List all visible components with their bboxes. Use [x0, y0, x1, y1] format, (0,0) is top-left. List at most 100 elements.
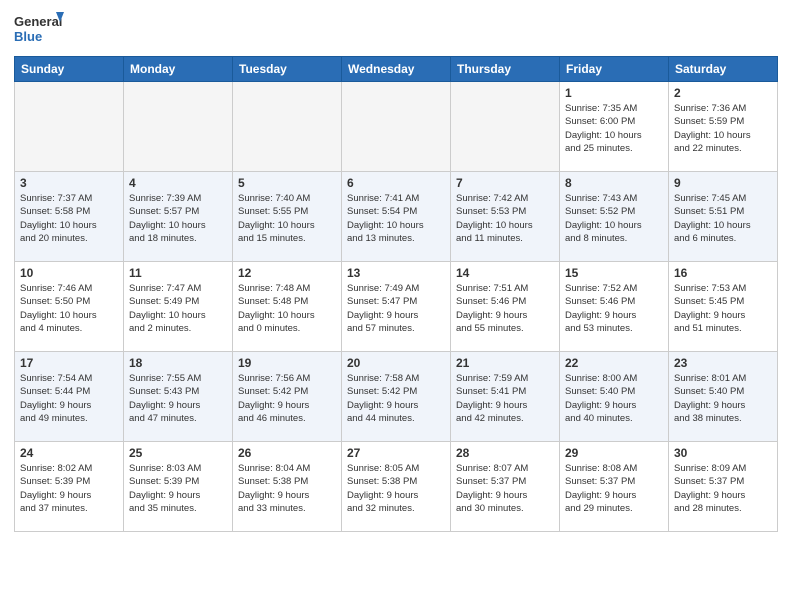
calendar-cell: 25 Sunrise: 8:03 AM Sunset: 5:39 PM Dayli…: [124, 442, 233, 532]
week-row-5: 24 Sunrise: 8:02 AM Sunset: 5:39 PM Dayli…: [15, 442, 778, 532]
calendar-cell: 16Sunrise: 7:53 AM Sunset: 5:45 PM Dayli…: [669, 262, 778, 352]
weekday-wednesday: Wednesday: [342, 57, 451, 82]
day-info: Sunrise: 7:55 AM Sunset: 5:43 PM Dayligh…: [129, 372, 227, 425]
day-info: Sunrise: 7:51 AM Sunset: 5:46 PM Dayligh…: [456, 282, 554, 335]
day-number: 19: [238, 356, 336, 370]
day-number: 27: [347, 446, 445, 460]
day-number: 5: [238, 176, 336, 190]
calendar-cell: 24 Sunrise: 8:02 AM Sunset: 5:39 PM Dayli…: [15, 442, 124, 532]
week-row-3: 10 Sunrise: 7:46 AM Sunset: 5:50 PM Dayli…: [15, 262, 778, 352]
day-info: Sunrise: 7:56 AM Sunset: 5:42 PM Dayligh…: [238, 372, 336, 425]
weekday-friday: Friday: [560, 57, 669, 82]
calendar-cell: [124, 82, 233, 172]
day-number: 18: [129, 356, 227, 370]
day-info: Sunrise: 7:52 AM Sunset: 5:46 PM Dayligh…: [565, 282, 663, 335]
weekday-tuesday: Tuesday: [233, 57, 342, 82]
day-number: 30: [674, 446, 772, 460]
day-number: 8: [565, 176, 663, 190]
calendar-cell: 2 Sunrise: 7:36 AM Sunset: 5:59 PM Daylig…: [669, 82, 778, 172]
calendar: SundayMondayTuesdayWednesdayThursdayFrid…: [14, 56, 778, 532]
day-number: 14: [456, 266, 554, 280]
day-info: Sunrise: 7:39 AM Sunset: 5:57 PM Dayligh…: [129, 192, 227, 245]
day-number: 13: [347, 266, 445, 280]
calendar-cell: 14 Sunrise: 7:51 AM Sunset: 5:46 PM Dayli…: [451, 262, 560, 352]
day-number: 9: [674, 176, 772, 190]
day-number: 25: [129, 446, 227, 460]
calendar-cell: [451, 82, 560, 172]
day-info: Sunrise: 8:02 AM Sunset: 5:39 PM Dayligh…: [20, 462, 118, 515]
day-info: Sunrise: 7:54 AM Sunset: 5:44 PM Dayligh…: [20, 372, 118, 425]
day-info: Sunrise: 7:48 AM Sunset: 5:48 PM Dayligh…: [238, 282, 336, 335]
day-info: Sunrise: 8:03 AM Sunset: 5:39 PM Dayligh…: [129, 462, 227, 515]
day-number: 1: [565, 86, 663, 100]
day-number: 2: [674, 86, 772, 100]
day-info: Sunrise: 7:41 AM Sunset: 5:54 PM Dayligh…: [347, 192, 445, 245]
calendar-cell: 9 Sunrise: 7:45 AM Sunset: 5:51 PM Daylig…: [669, 172, 778, 262]
weekday-saturday: Saturday: [669, 57, 778, 82]
calendar-cell: 30 Sunrise: 8:09 AM Sunset: 5:37 PM Dayli…: [669, 442, 778, 532]
day-number: 28: [456, 446, 554, 460]
day-info: Sunrise: 7:45 AM Sunset: 5:51 PM Dayligh…: [674, 192, 772, 245]
calendar-cell: [233, 82, 342, 172]
calendar-cell: 8 Sunrise: 7:43 AM Sunset: 5:52 PM Daylig…: [560, 172, 669, 262]
day-info: Sunrise: 7:37 AM Sunset: 5:58 PM Dayligh…: [20, 192, 118, 245]
calendar-cell: 22 Sunrise: 8:00 AM Sunset: 5:40 PM Dayli…: [560, 352, 669, 442]
weekday-monday: Monday: [124, 57, 233, 82]
calendar-cell: 12 Sunrise: 7:48 AM Sunset: 5:48 PM Dayli…: [233, 262, 342, 352]
calendar-cell: 20 Sunrise: 7:58 AM Sunset: 5:42 PM Dayli…: [342, 352, 451, 442]
calendar-cell: 15 Sunrise: 7:52 AM Sunset: 5:46 PM Dayli…: [560, 262, 669, 352]
day-number: 23: [674, 356, 772, 370]
day-number: 26: [238, 446, 336, 460]
day-number: 21: [456, 356, 554, 370]
day-number: 10: [20, 266, 118, 280]
day-number: 24: [20, 446, 118, 460]
calendar-cell: [342, 82, 451, 172]
day-number: 17: [20, 356, 118, 370]
day-info: Sunrise: 7:36 AM Sunset: 5:59 PM Dayligh…: [674, 102, 772, 155]
week-row-2: 3 Sunrise: 7:37 AM Sunset: 5:58 PM Daylig…: [15, 172, 778, 262]
day-info: Sunrise: 7:46 AM Sunset: 5:50 PM Dayligh…: [20, 282, 118, 335]
day-info: Sunrise: 8:09 AM Sunset: 5:37 PM Dayligh…: [674, 462, 772, 515]
day-number: 15: [565, 266, 663, 280]
day-info: Sunrise: 7:47 AM Sunset: 5:49 PM Dayligh…: [129, 282, 227, 335]
calendar-cell: 18 Sunrise: 7:55 AM Sunset: 5:43 PM Dayli…: [124, 352, 233, 442]
day-info: Sunrise: 8:07 AM Sunset: 5:37 PM Dayligh…: [456, 462, 554, 515]
svg-text:General: General: [14, 14, 62, 29]
day-info: Sunrise: 7:43 AM Sunset: 5:52 PM Dayligh…: [565, 192, 663, 245]
logo: General Blue: [14, 10, 66, 48]
day-number: 29: [565, 446, 663, 460]
calendar-cell: 27Sunrise: 8:05 AM Sunset: 5:38 PM Dayli…: [342, 442, 451, 532]
day-number: 4: [129, 176, 227, 190]
day-number: 22: [565, 356, 663, 370]
calendar-cell: 6 Sunrise: 7:41 AM Sunset: 5:54 PM Daylig…: [342, 172, 451, 262]
calendar-cell: 13Sunrise: 7:49 AM Sunset: 5:47 PM Dayli…: [342, 262, 451, 352]
calendar-cell: 23 Sunrise: 8:01 AM Sunset: 5:40 PM Dayli…: [669, 352, 778, 442]
calendar-cell: 17 Sunrise: 7:54 AM Sunset: 5:44 PM Dayli…: [15, 352, 124, 442]
day-info: Sunrise: 8:01 AM Sunset: 5:40 PM Dayligh…: [674, 372, 772, 425]
day-info: Sunrise: 7:59 AM Sunset: 5:41 PM Dayligh…: [456, 372, 554, 425]
calendar-cell: 3 Sunrise: 7:37 AM Sunset: 5:58 PM Daylig…: [15, 172, 124, 262]
svg-text:Blue: Blue: [14, 29, 42, 44]
day-number: 20: [347, 356, 445, 370]
weekday-sunday: Sunday: [15, 57, 124, 82]
day-info: Sunrise: 7:58 AM Sunset: 5:42 PM Dayligh…: [347, 372, 445, 425]
day-number: 6: [347, 176, 445, 190]
calendar-cell: 19 Sunrise: 7:56 AM Sunset: 5:42 PM Dayli…: [233, 352, 342, 442]
calendar-cell: 28 Sunrise: 8:07 AM Sunset: 5:37 PM Dayli…: [451, 442, 560, 532]
day-number: 7: [456, 176, 554, 190]
calendar-cell: [15, 82, 124, 172]
day-number: 3: [20, 176, 118, 190]
day-info: Sunrise: 7:53 AM Sunset: 5:45 PM Dayligh…: [674, 282, 772, 335]
day-info: Sunrise: 8:00 AM Sunset: 5:40 PM Dayligh…: [565, 372, 663, 425]
week-row-4: 17 Sunrise: 7:54 AM Sunset: 5:44 PM Dayli…: [15, 352, 778, 442]
day-info: Sunrise: 8:04 AM Sunset: 5:38 PM Dayligh…: [238, 462, 336, 515]
day-info: Sunrise: 7:42 AM Sunset: 5:53 PM Dayligh…: [456, 192, 554, 245]
calendar-cell: 29Sunrise: 8:08 AM Sunset: 5:37 PM Dayli…: [560, 442, 669, 532]
calendar-cell: 5Sunrise: 7:40 AM Sunset: 5:55 PM Daylig…: [233, 172, 342, 262]
day-number: 12: [238, 266, 336, 280]
logo-svg: General Blue: [14, 10, 66, 48]
week-row-1: 1Sunrise: 7:35 AM Sunset: 6:00 PM Daylig…: [15, 82, 778, 172]
calendar-cell: 10 Sunrise: 7:46 AM Sunset: 5:50 PM Dayli…: [15, 262, 124, 352]
calendar-cell: 4 Sunrise: 7:39 AM Sunset: 5:57 PM Daylig…: [124, 172, 233, 262]
weekday-header-row: SundayMondayTuesdayWednesdayThursdayFrid…: [15, 57, 778, 82]
